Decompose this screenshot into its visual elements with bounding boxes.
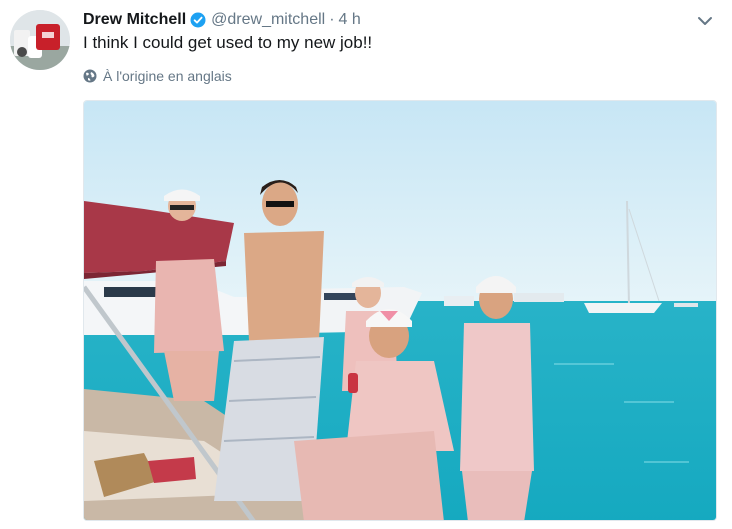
author-handle[interactable]: @drew_mitchell xyxy=(211,11,325,29)
timestamp[interactable]: 4 h xyxy=(339,11,361,29)
separator: · xyxy=(329,11,335,28)
avatar[interactable] xyxy=(10,10,70,70)
tweet-header: Drew Mitchell @drew_mitchell · 4 h xyxy=(83,9,361,31)
verified-badge-icon xyxy=(190,12,206,28)
author-name[interactable]: Drew Mitchell xyxy=(83,11,186,29)
translate-label: À l'origine en anglais xyxy=(103,68,232,84)
chevron-down-icon[interactable] xyxy=(694,10,716,32)
translate-link[interactable]: À l'origine en anglais xyxy=(83,67,232,85)
tweet-photo[interactable] xyxy=(83,100,717,521)
globe-icon xyxy=(83,69,97,83)
tweet-card: Drew Mitchell @drew_mitchell · 4 h I thi… xyxy=(0,0,732,529)
tweet-text: I think I could get used to my new job!! xyxy=(83,33,373,52)
